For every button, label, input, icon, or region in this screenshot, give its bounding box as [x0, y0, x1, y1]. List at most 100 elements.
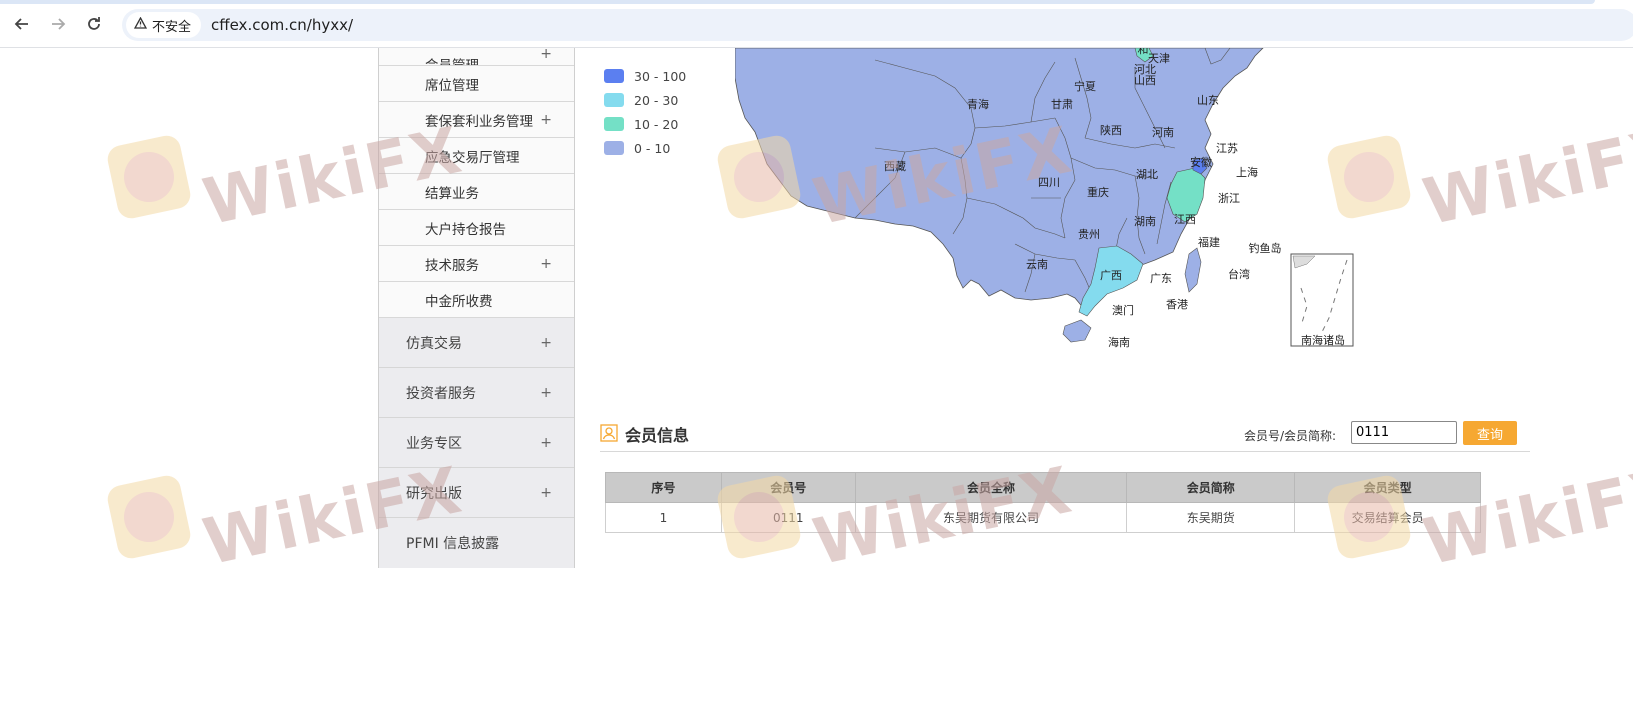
- sidebar-item-label: 会员管理: [425, 58, 479, 66]
- region-label: 南海诸岛: [1301, 333, 1345, 347]
- legend-item[interactable]: 20 - 30: [604, 88, 686, 112]
- sidebar-item-business-zone[interactable]: 业务专区 +: [379, 418, 574, 468]
- watermark: WikiFX: [1325, 114, 1633, 240]
- tab-strip-edge: [0, 0, 1595, 4]
- plus-icon: +: [540, 48, 552, 62]
- region-label: 宁夏: [1074, 79, 1096, 93]
- sidebar-item-label: 席位管理: [425, 77, 479, 94]
- sidebar-item-hedging-arbitrage[interactable]: 套保套利业务管理 +: [379, 102, 574, 138]
- security-label: 不安全: [152, 19, 192, 35]
- plus-icon: +: [540, 111, 552, 128]
- column-header: 会员简称: [1126, 472, 1296, 503]
- sidebar-item-emergency-trading-hall[interactable]: 应急交易厅管理: [379, 138, 574, 174]
- sidebar-item-simulated-trading[interactable]: 仿真交易 +: [379, 318, 574, 368]
- region-label: 广东: [1150, 272, 1172, 285]
- legend-swatch: [604, 117, 624, 131]
- reload-icon[interactable]: [82, 12, 106, 36]
- region-label: 和: [1138, 48, 1149, 56]
- legend-label: 30 - 100: [634, 68, 687, 84]
- user-icon: [600, 424, 618, 442]
- table-row[interactable]: 1 0111 东吴期货有限公司 东吴期货 交易结算会员: [605, 502, 1481, 533]
- sidebar-item-settlement[interactable]: 结算业务: [379, 174, 574, 210]
- region-label: 湖南: [1134, 215, 1156, 228]
- sidebar-item-member-management[interactable]: 会员管理 +: [379, 48, 574, 66]
- plus-icon: +: [540, 484, 552, 501]
- sidebar-item-label: 仿真交易: [406, 335, 462, 352]
- wikifx-logo-icon: [105, 133, 193, 221]
- sidebar-item-label: PFMI 信息披露: [406, 536, 500, 552]
- browser-toolbar: 不安全 cffex.com.cn/hyxx/: [0, 0, 1633, 48]
- region-label: 陕西: [1100, 123, 1122, 137]
- legend-swatch: [604, 141, 624, 155]
- region-label: 江苏: [1216, 142, 1238, 155]
- legend-swatch: [604, 69, 624, 83]
- member-info-header: 会员信息 会员号/会员简称: 查询: [600, 418, 1530, 452]
- url-text[interactable]: cffex.com.cn/hyxx/: [211, 16, 353, 34]
- region-label: 上海: [1236, 165, 1258, 179]
- member-search-input[interactable]: [1351, 421, 1457, 444]
- region-label: 香港: [1166, 298, 1188, 311]
- sidebar-nav: 会员管理 + 席位管理 套保套利业务管理 + 应急交易厅管理 结算业务 大户持仓…: [378, 48, 575, 568]
- search-button[interactable]: 查询: [1463, 421, 1517, 445]
- region-label: 广西: [1100, 269, 1122, 282]
- sidebar-item-label: 中金所收费: [425, 293, 493, 310]
- legend-label: 0 - 10: [634, 140, 671, 156]
- section-title: 会员信息: [625, 426, 690, 445]
- province-taiwan[interactable]: [1184, 247, 1202, 293]
- region-label: 甘肃: [1051, 98, 1073, 111]
- security-chip[interactable]: 不安全: [126, 12, 202, 38]
- sidebar-item-large-position-report[interactable]: 大户持仓报告: [379, 210, 574, 246]
- legend-swatch: [604, 93, 624, 107]
- region-label: 钓鱼岛: [1249, 241, 1282, 255]
- address-bar[interactable]: 不安全 cffex.com.cn/hyxx/: [122, 9, 1633, 41]
- sidebar-item-label: 套保套利业务管理: [425, 113, 533, 130]
- plus-icon: +: [540, 434, 552, 451]
- plus-icon: +: [540, 255, 552, 272]
- sidebar-item-label: 业务专区: [406, 435, 462, 452]
- cell-index: 1: [605, 502, 722, 533]
- sidebar-item-investor-services[interactable]: 投资者服务 +: [379, 368, 574, 418]
- region-label: 云南: [1026, 258, 1048, 271]
- table-header-row: 序号 会员号 会员全称 会员简称 会员类型: [605, 472, 1481, 503]
- wikifx-logo-icon: [105, 473, 193, 561]
- sidebar-item-research-publications[interactable]: 研究出版 +: [379, 468, 574, 518]
- region-label: 贵州: [1078, 228, 1100, 241]
- region-label: 浙江: [1218, 192, 1240, 205]
- column-header: 序号: [605, 472, 722, 503]
- sidebar-item-label: 投资者服务: [406, 385, 476, 402]
- sidebar-item-fees[interactable]: 中金所收费: [379, 282, 574, 318]
- legend-label: 10 - 20: [634, 116, 679, 132]
- region-label: 澳门: [1112, 303, 1134, 317]
- sidebar-item-label: 应急交易厅管理: [425, 149, 520, 166]
- sidebar-item-label: 大户持仓报告: [425, 221, 506, 238]
- legend-item[interactable]: 0 - 10: [604, 136, 686, 160]
- region-label: 西藏: [884, 160, 906, 173]
- back-icon[interactable]: [10, 12, 34, 36]
- member-table: 序号 会员号 会员全称 会员简称 会员类型 1 0111 东吴期货有限公司 东吴…: [605, 472, 1481, 533]
- region-label: 海南: [1108, 335, 1130, 349]
- cell-short-name: 东吴期货: [1126, 502, 1296, 533]
- sidebar-item-tech-services[interactable]: 技术服务 +: [379, 246, 574, 282]
- province-hainan[interactable]: [1062, 319, 1092, 343]
- region-label: 河南: [1152, 126, 1174, 139]
- warning-icon: [133, 16, 148, 33]
- cell-member-id: 0111: [720, 502, 856, 533]
- region-label: 江西: [1174, 213, 1196, 226]
- region-label: 山东: [1197, 94, 1219, 107]
- sidebar-sub-list: 会员管理 + 席位管理 套保套利业务管理 + 应急交易厅管理 结算业务 大户持仓…: [379, 48, 574, 318]
- column-header: 会员全称: [854, 472, 1128, 503]
- sidebar-item-label: 结算业务: [425, 185, 479, 202]
- region-label: 台湾: [1228, 267, 1250, 281]
- forward-icon[interactable]: [46, 12, 70, 36]
- sidebar-item-label: 技术服务: [425, 257, 479, 274]
- legend-item[interactable]: 10 - 20: [604, 112, 686, 136]
- legend-item[interactable]: 30 - 100: [604, 64, 686, 88]
- china-member-map[interactable]: 和 天津 河北 宁夏 山西 山东 青海 甘肃 陕西 河南 西藏 江苏 安徽 上海…: [735, 48, 1370, 373]
- region-label: 福建: [1198, 235, 1220, 249]
- cell-member-type: 交易结算会员: [1294, 502, 1481, 533]
- sidebar-item-pfmi-disclosure[interactable]: PFMI 信息披露: [379, 518, 574, 568]
- sidebar-item-label: 研究出版: [406, 485, 462, 502]
- region-label: 四川: [1038, 176, 1060, 189]
- sidebar-item-seat-management[interactable]: 席位管理: [379, 66, 574, 102]
- south-china-sea-inset: [1290, 253, 1354, 347]
